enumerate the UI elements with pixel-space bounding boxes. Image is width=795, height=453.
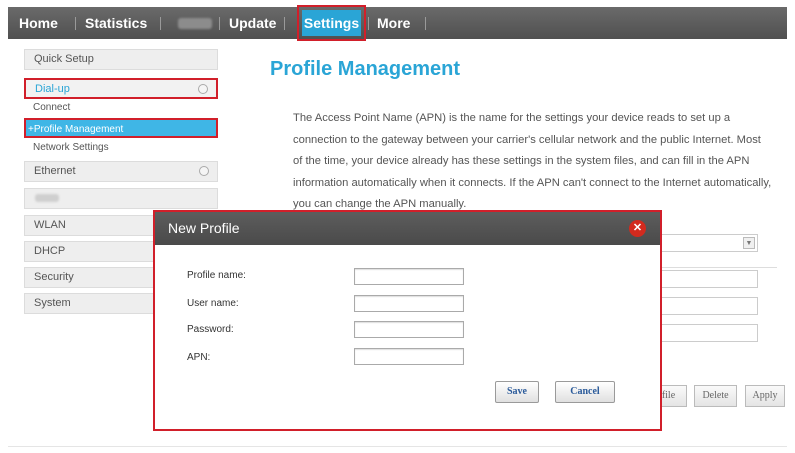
sidebar-subitem-connect[interactable]: Connect [24, 98, 218, 118]
close-icon[interactable]: ✕ [629, 220, 646, 237]
top-nav-bar: Home Statistics Update Settings More [8, 5, 787, 41]
nav-separator [219, 17, 220, 30]
sidebar-subitem-profile-management[interactable]: +Profile Management [24, 118, 218, 138]
profile-field-bg[interactable] [655, 270, 758, 288]
profile-field-bg[interactable] [655, 297, 758, 315]
profile-name-label: Profile name: [187, 270, 246, 281]
profile-field-bg[interactable] [655, 324, 758, 342]
nav-separator [368, 17, 369, 30]
nav-statistics[interactable]: Statistics [85, 7, 147, 39]
nav-more[interactable]: More [377, 7, 410, 39]
sidebar-item-blurred[interactable] [24, 188, 218, 209]
new-profile-dialog: New Profile ✕ Profile name: User name: P… [153, 210, 662, 431]
profile-name-input[interactable] [354, 268, 464, 285]
nav-separator [75, 17, 76, 30]
user-name-label: User name: [187, 298, 239, 309]
delete-button[interactable]: Delete [694, 385, 737, 407]
nav-blurred-item[interactable] [178, 18, 212, 29]
expand-circle-icon [199, 166, 209, 176]
blurred-label [35, 194, 59, 202]
password-input[interactable] [354, 321, 464, 338]
sidebar-item-label: Dial-up [35, 83, 70, 95]
sidebar-item-label: Ethernet [34, 165, 76, 177]
page-description: The Access Point Name (APN) is the name … [293, 112, 772, 210]
nav-home[interactable]: Home [19, 7, 58, 39]
sidebar-item-dial-up[interactable]: Dial-up [24, 78, 218, 99]
save-button[interactable]: Save [495, 381, 539, 403]
expand-circle-icon [198, 84, 208, 94]
nav-update[interactable]: Update [229, 7, 276, 39]
sidebar-item-quick-setup[interactable]: Quick Setup [24, 49, 218, 70]
nav-separator [160, 17, 161, 30]
apply-button[interactable]: Apply [745, 385, 785, 407]
nav-separator [425, 17, 426, 30]
page-title: Profile Management [270, 58, 461, 80]
dialog-title: New Profile [168, 220, 240, 236]
profile-list-select[interactable]: ▼ [655, 234, 758, 252]
user-name-input[interactable] [354, 295, 464, 312]
cancel-button[interactable]: Cancel [555, 381, 615, 403]
dropdown-arrow-icon: ▼ [743, 237, 755, 249]
sidebar-subitem-network-settings[interactable]: Network Settings [24, 138, 218, 158]
nav-settings-label: Settings [302, 10, 361, 36]
apn-label: APN: [187, 352, 211, 363]
divider [655, 267, 777, 268]
footer-divider [8, 446, 787, 447]
apn-input[interactable] [354, 348, 464, 365]
nav-separator [284, 17, 285, 30]
password-label: Password: [187, 324, 234, 335]
nav-settings[interactable]: Settings [297, 5, 366, 41]
dialog-header: New Profile ✕ [155, 212, 660, 245]
sidebar-item-ethernet[interactable]: Ethernet [24, 161, 218, 182]
